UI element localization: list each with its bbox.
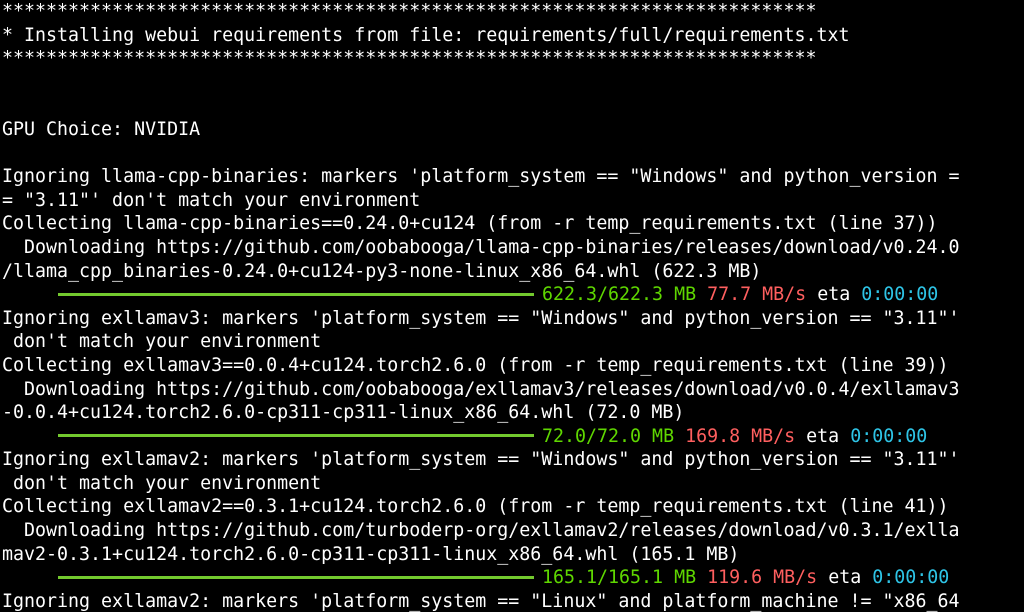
progress-bar [58,575,534,579]
progress-size: 622.3/622.3 MB [542,284,697,306]
output-line: GPU Choice: NVIDIA [2,118,201,140]
terminal-output[interactable]: ****************************************… [0,0,1024,612]
output-line: don't match your environment [2,331,322,353]
output-line: Ignoring exllamav2: markers 'platform_sy… [2,449,960,471]
progress-eta-label: eta [817,284,851,306]
progress-bar [58,434,534,438]
progress-size: 165.1/165.1 MB [542,567,697,589]
progress-eta-label: eta [806,425,840,447]
output-line: Ignoring llama-cpp-binaries: markers 'pl… [2,166,960,188]
download-progress-line: 165.1/165.1 MB 119.6 MB/s eta 0:00:00 [0,566,1024,590]
progress-bar [58,292,534,296]
output-line: Downloading https://github.com/turboderp… [2,520,960,542]
progress-speed: 169.8 MB/s [685,425,796,447]
output-line: Ignoring exllamav2: markers 'platform_sy… [2,590,960,612]
output-line: mav2-0.3.1+cu124.torch2.6.0-cp311-cp311-… [2,543,740,565]
progress-size: 72.0/72.0 MB [542,425,675,447]
output-line: * Installing webui requirements from fil… [2,24,850,46]
output-line: Collecting exllamav3==0.0.4+cu124.torch2… [2,354,949,376]
output-line: ****************************************… [2,48,817,70]
progress-eta: 0:00:00 [850,425,928,447]
output-line: ****************************************… [2,1,817,22]
output-line: /llama_cpp_binaries-0.24.0+cu124-py3-non… [2,260,762,282]
output-line: Downloading https://github.com/oobabooga… [2,236,960,258]
output-line: = "3.11"' don't match your environment [2,189,421,211]
output-line: don't match your environment [2,472,322,494]
progress-speed: 77.7 MB/s [707,284,807,306]
output-line: Downloading https://github.com/oobabooga… [2,378,960,400]
output-line: Collecting exllamav2==0.3.1+cu124.torch2… [2,496,949,518]
download-progress-line: 72.0/72.0 MB 169.8 MB/s eta 0:00:00 [0,425,1024,449]
progress-eta-label: eta [828,567,862,589]
progress-eta: 0:00:00 [872,567,950,589]
output-line: -0.0.4+cu124.torch2.6.0-cp311-cp311-linu… [2,402,685,424]
output-line: Collecting llama-cpp-binaries==0.24.0+cu… [2,213,938,235]
progress-eta: 0:00:00 [861,284,939,306]
output-line: Ignoring exllamav3: markers 'platform_sy… [2,307,960,329]
progress-speed: 119.6 MB/s [707,567,818,589]
download-progress-line: 622.3/622.3 MB 77.7 MB/s eta 0:00:00 [0,283,1024,307]
